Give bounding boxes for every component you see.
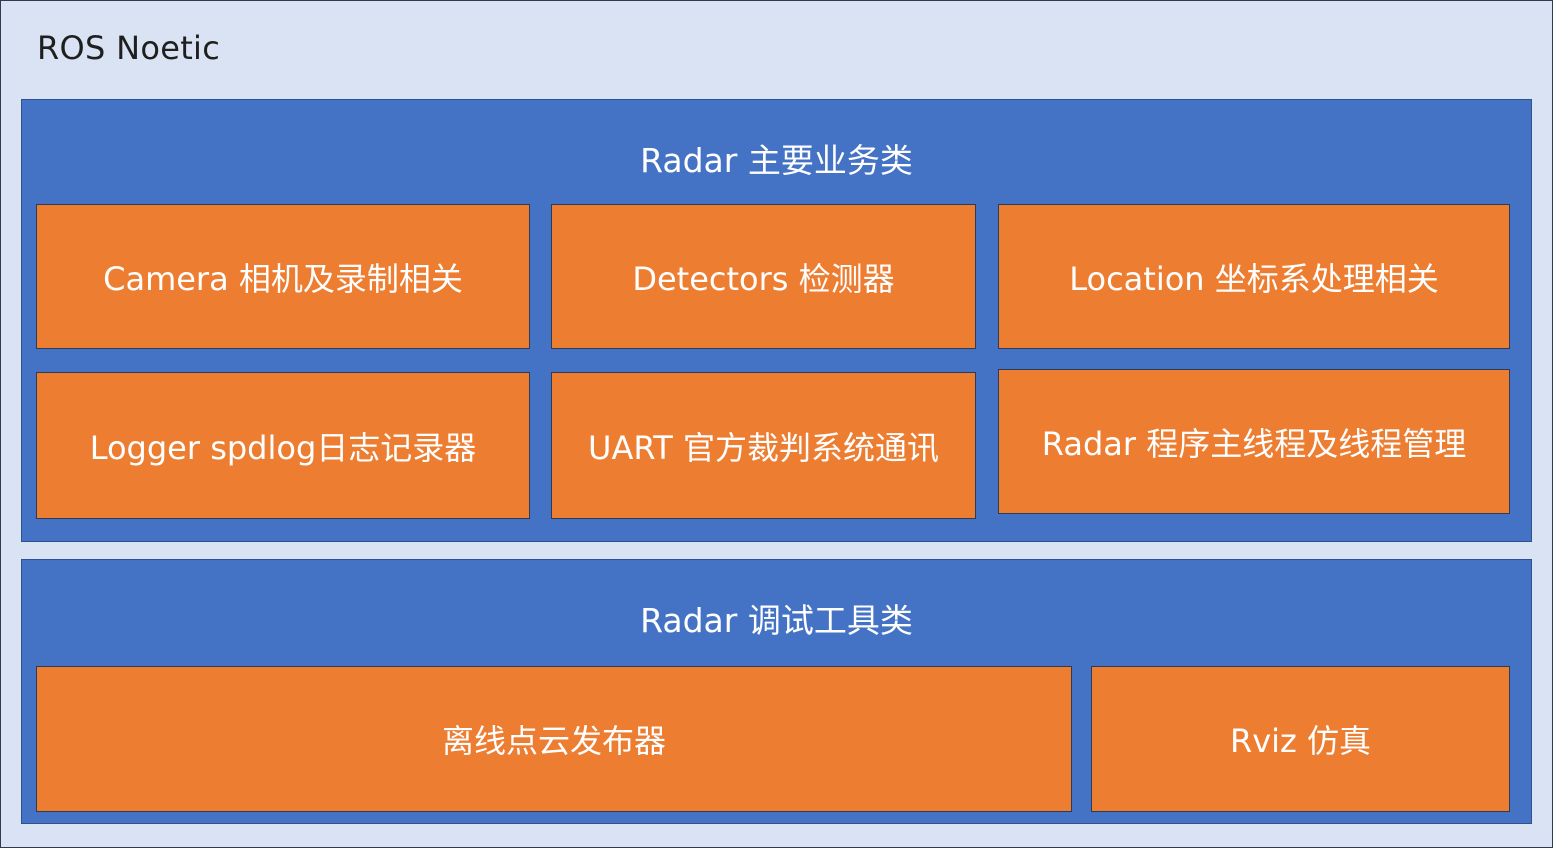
offline-pointcloud-publisher-module: 离线点云发布器 xyxy=(36,666,1072,812)
debug-group-title: Radar 调试工具类 xyxy=(640,601,913,640)
location-module: Location 坐标系处理相关 xyxy=(998,204,1510,349)
debug-tools-group: Radar 调试工具类 离线点云发布器 Rviz 仿真 xyxy=(21,559,1532,824)
uart-module: UART 官方裁判系统通讯 xyxy=(551,372,976,519)
platform-title: ROS Noetic xyxy=(37,29,221,67)
main-group-title: Radar 主要业务类 xyxy=(640,141,913,180)
rviz-simulation-module: Rviz 仿真 xyxy=(1091,666,1510,812)
thread-manager-module: Radar 程序主线程及线程管理 xyxy=(998,369,1510,514)
detectors-module: Detectors 检测器 xyxy=(551,204,976,349)
logger-module: Logger spdlog日志记录器 xyxy=(36,372,530,519)
ros-noetic-container: ROS Noetic Radar 主要业务类 Camera 相机及录制相关 De… xyxy=(0,0,1553,848)
camera-module: Camera 相机及录制相关 xyxy=(36,204,530,349)
main-business-group: Radar 主要业务类 Camera 相机及录制相关 Detectors 检测器… xyxy=(21,99,1532,542)
